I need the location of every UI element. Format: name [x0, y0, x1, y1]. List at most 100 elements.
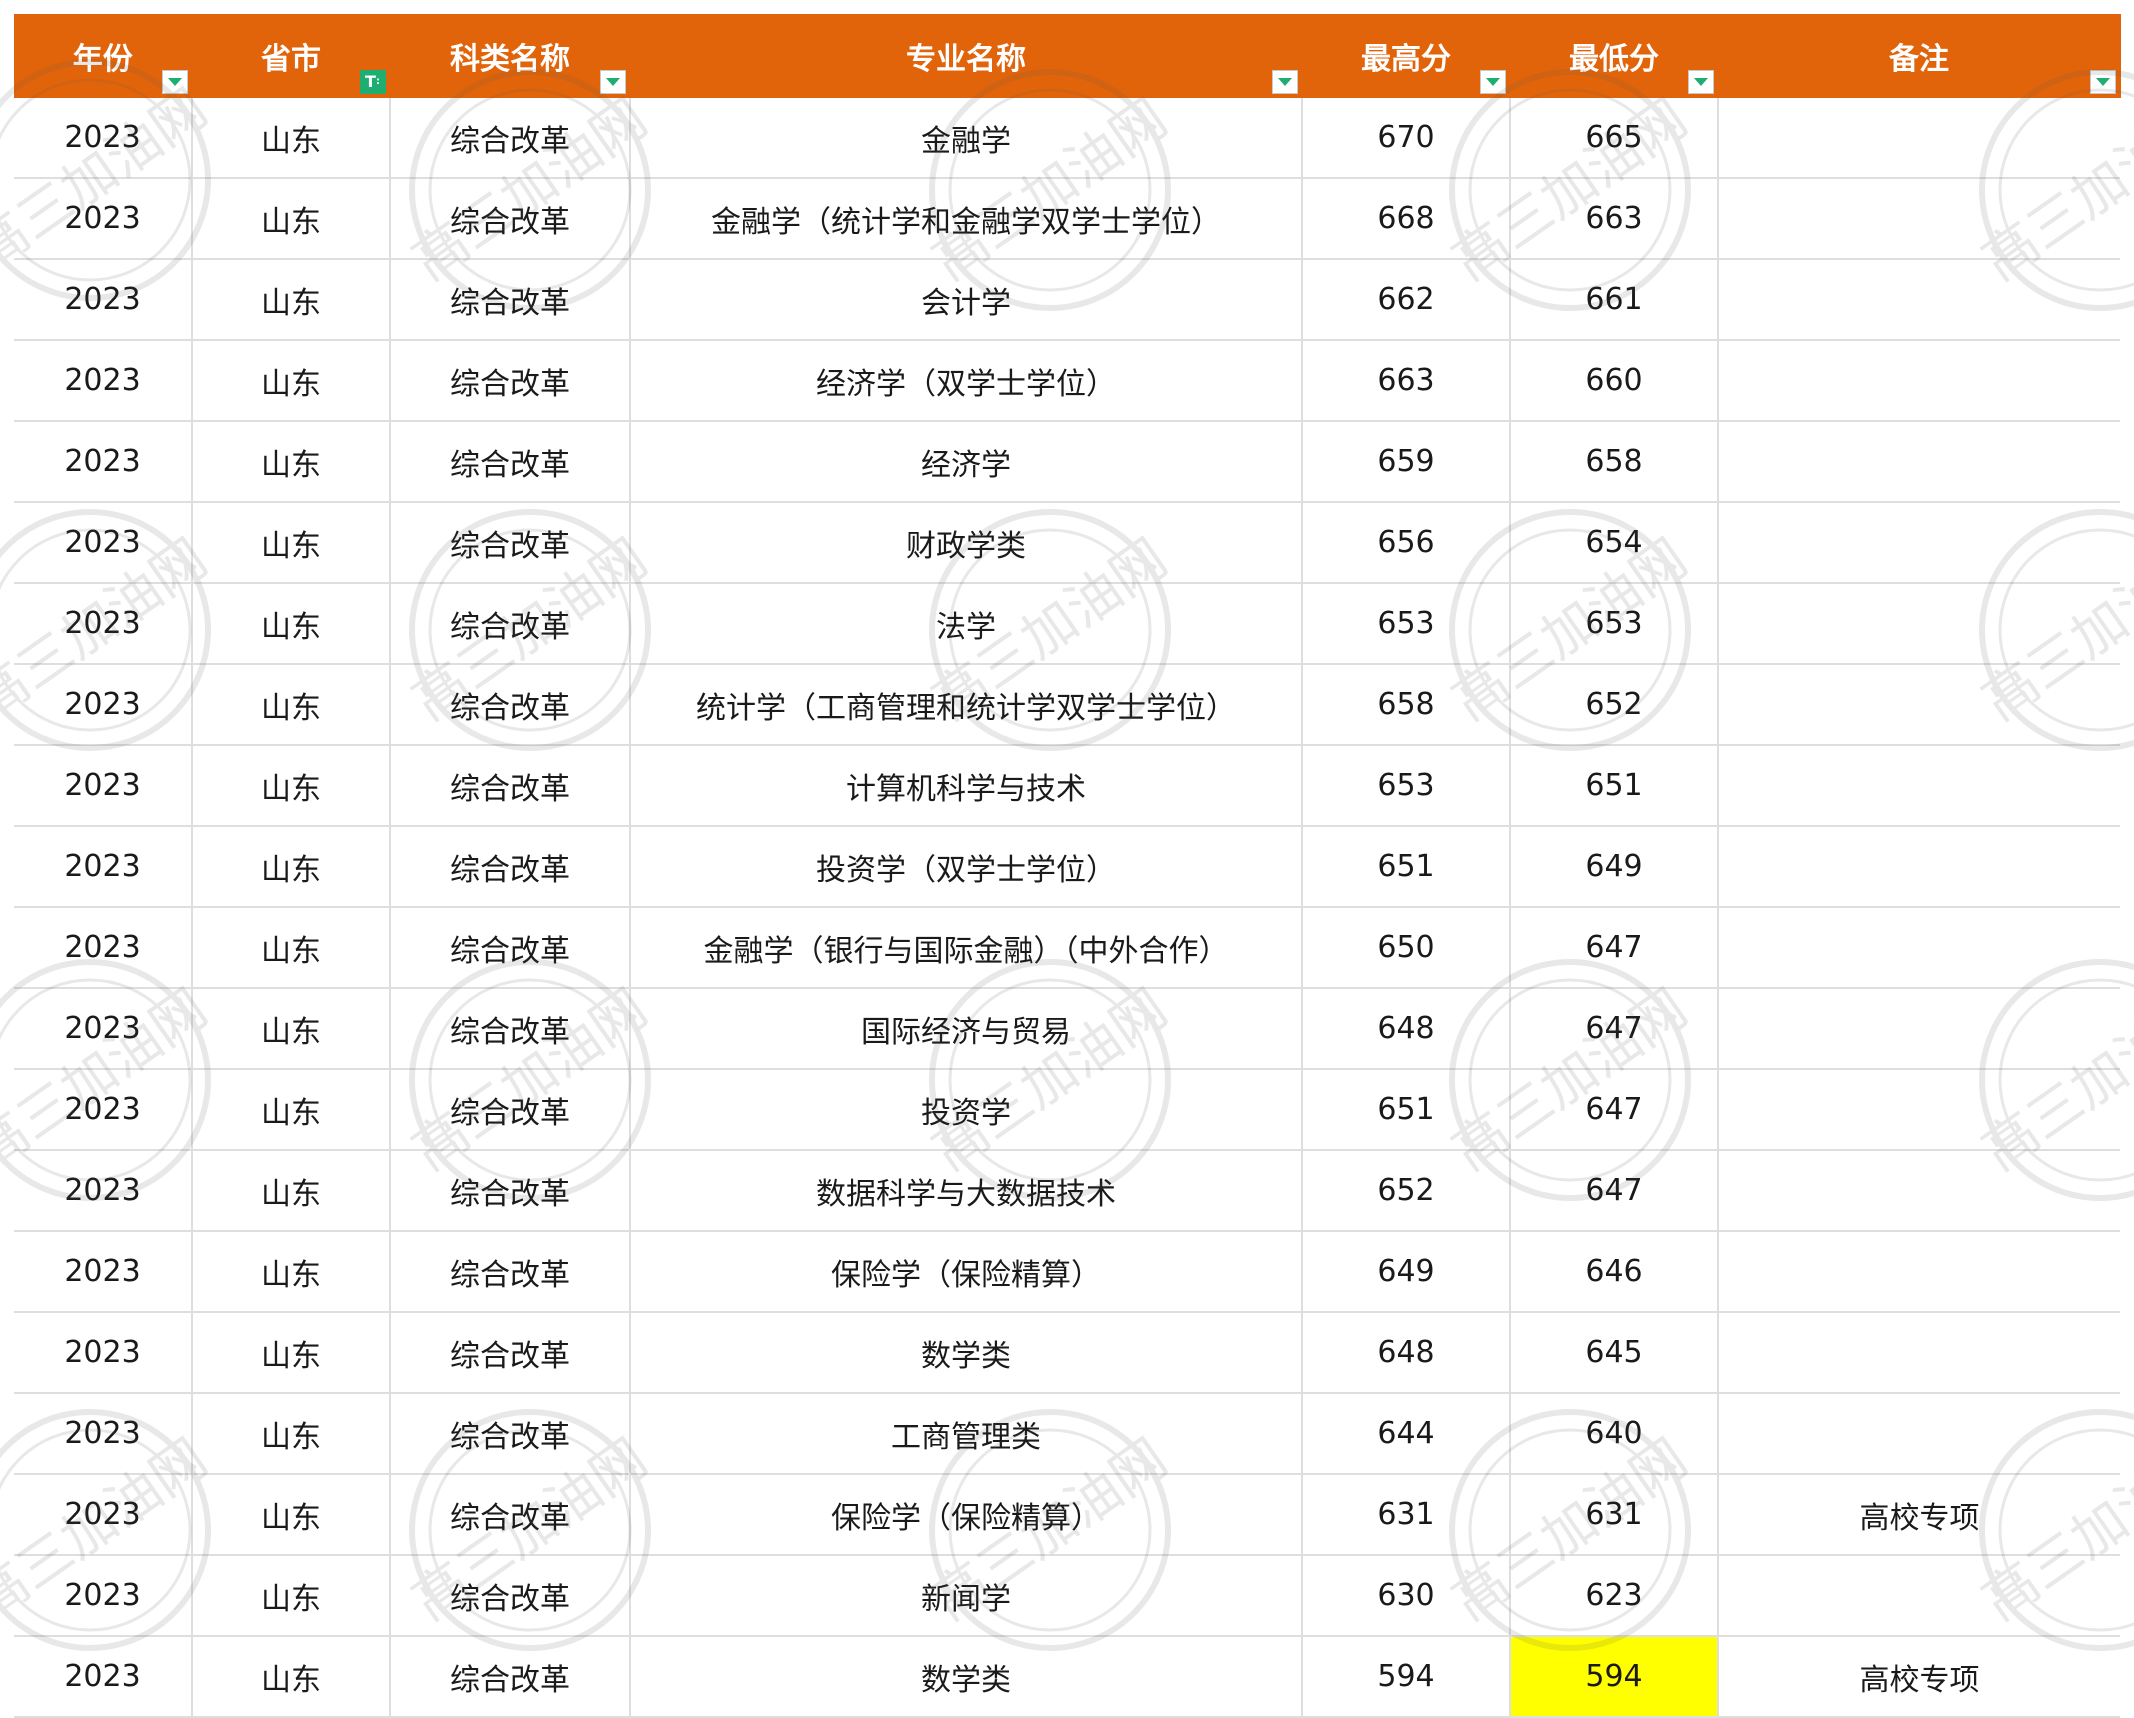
cell-major[interactable]: 财政学类: [630, 502, 1303, 584]
cell-max-score[interactable]: 649: [1302, 1231, 1511, 1313]
cell-category[interactable]: 综合改革: [390, 502, 631, 584]
cell-year[interactable]: 2023: [14, 583, 193, 665]
cell-category[interactable]: 综合改革: [390, 1474, 631, 1556]
filter-dropdown-icon[interactable]: [1271, 70, 1298, 94]
cell-province[interactable]: 山东: [192, 1555, 391, 1637]
cell-min-score[interactable]: 665: [1510, 98, 1719, 179]
cell-note[interactable]: [1718, 1393, 2120, 1475]
header-year[interactable]: 年份: [14, 14, 193, 98]
active-filter-icon[interactable]: T:: [359, 70, 386, 94]
cell-province[interactable]: 山东: [192, 259, 391, 341]
cell-year[interactable]: 2023: [14, 178, 193, 260]
cell-note[interactable]: [1718, 259, 2120, 341]
cell-max-score[interactable]: 630: [1302, 1555, 1511, 1637]
header-min-score[interactable]: 最低分: [1510, 14, 1719, 98]
cell-category[interactable]: 综合改革: [390, 259, 631, 341]
cell-max-score[interactable]: 656: [1302, 502, 1511, 584]
cell-year[interactable]: 2023: [14, 664, 193, 746]
cell-category[interactable]: 综合改革: [390, 826, 631, 908]
filter-dropdown-icon[interactable]: [2089, 70, 2116, 94]
cell-year[interactable]: 2023: [14, 1231, 193, 1313]
cell-major[interactable]: 投资学（双学士学位）: [630, 826, 1303, 908]
cell-year[interactable]: 2023: [14, 745, 193, 827]
cell-max-score[interactable]: 648: [1302, 1312, 1511, 1394]
cell-province[interactable]: 山东: [192, 907, 391, 989]
cell-year[interactable]: 2023: [14, 907, 193, 989]
cell-province[interactable]: 山东: [192, 1636, 391, 1718]
cell-province[interactable]: 山东: [192, 502, 391, 584]
filter-dropdown-icon[interactable]: [161, 70, 188, 94]
cell-max-score[interactable]: 650: [1302, 907, 1511, 989]
cell-province[interactable]: 山东: [192, 1393, 391, 1475]
cell-major[interactable]: 投资学: [630, 1069, 1303, 1151]
cell-major[interactable]: 工商管理类: [630, 1393, 1303, 1475]
cell-year[interactable]: 2023: [14, 259, 193, 341]
cell-year[interactable]: 2023: [14, 1393, 193, 1475]
cell-note[interactable]: [1718, 421, 2120, 503]
cell-year[interactable]: 2023: [14, 1150, 193, 1232]
cell-major[interactable]: 数学类: [630, 1312, 1303, 1394]
filter-dropdown-icon[interactable]: [1479, 70, 1506, 94]
cell-category[interactable]: 综合改革: [390, 1150, 631, 1232]
cell-major[interactable]: 计算机科学与技术: [630, 745, 1303, 827]
cell-province[interactable]: 山东: [192, 664, 391, 746]
cell-province[interactable]: 山东: [192, 583, 391, 665]
cell-major[interactable]: 经济学: [630, 421, 1303, 503]
cell-min-score[interactable]: 660: [1510, 340, 1719, 422]
cell-min-score[interactable]: 663: [1510, 178, 1719, 260]
cell-province[interactable]: 山东: [192, 1231, 391, 1313]
cell-note[interactable]: 高校专项: [1718, 1636, 2120, 1718]
cell-max-score[interactable]: 594: [1302, 1636, 1511, 1718]
cell-max-score[interactable]: 653: [1302, 583, 1511, 665]
cell-max-score[interactable]: 658: [1302, 664, 1511, 746]
cell-major[interactable]: 数据科学与大数据技术: [630, 1150, 1303, 1232]
cell-note[interactable]: [1718, 826, 2120, 908]
cell-min-score[interactable]: 631: [1510, 1474, 1719, 1556]
cell-min-score[interactable]: 646: [1510, 1231, 1719, 1313]
cell-min-score[interactable]: 653: [1510, 583, 1719, 665]
cell-note[interactable]: [1718, 1555, 2120, 1637]
cell-category[interactable]: 综合改革: [390, 98, 631, 179]
cell-category[interactable]: 综合改革: [390, 1312, 631, 1394]
cell-max-score[interactable]: 631: [1302, 1474, 1511, 1556]
cell-year[interactable]: 2023: [14, 1636, 193, 1718]
cell-major[interactable]: 保险学（保险精算）: [630, 1474, 1303, 1556]
cell-province[interactable]: 山东: [192, 1312, 391, 1394]
cell-province[interactable]: 山东: [192, 1150, 391, 1232]
cell-note[interactable]: [1718, 1312, 2120, 1394]
cell-note[interactable]: [1718, 502, 2120, 584]
cell-year[interactable]: 2023: [14, 1555, 193, 1637]
cell-category[interactable]: 综合改革: [390, 1231, 631, 1313]
header-max-score[interactable]: 最高分: [1302, 14, 1511, 98]
cell-max-score[interactable]: 668: [1302, 178, 1511, 260]
cell-note[interactable]: 高校专项: [1718, 1474, 2120, 1556]
cell-min-score[interactable]: 647: [1510, 1069, 1719, 1151]
cell-note[interactable]: [1718, 340, 2120, 422]
cell-year[interactable]: 2023: [14, 988, 193, 1070]
cell-max-score[interactable]: 648: [1302, 988, 1511, 1070]
cell-category[interactable]: 综合改革: [390, 340, 631, 422]
cell-major[interactable]: 国际经济与贸易: [630, 988, 1303, 1070]
cell-province[interactable]: 山东: [192, 1069, 391, 1151]
cell-category[interactable]: 综合改革: [390, 907, 631, 989]
cell-category[interactable]: 综合改革: [390, 1069, 631, 1151]
cell-min-score[interactable]: 647: [1510, 1150, 1719, 1232]
cell-note[interactable]: [1718, 583, 2120, 665]
cell-major[interactable]: 金融学（银行与国际金融）（中外合作）: [630, 907, 1303, 989]
cell-max-score[interactable]: 652: [1302, 1150, 1511, 1232]
cell-min-score[interactable]: 594: [1510, 1636, 1719, 1718]
cell-max-score[interactable]: 644: [1302, 1393, 1511, 1475]
cell-major[interactable]: 金融学: [630, 98, 1303, 179]
cell-note[interactable]: [1718, 1231, 2120, 1313]
cell-province[interactable]: 山东: [192, 340, 391, 422]
cell-note[interactable]: [1718, 907, 2120, 989]
cell-max-score[interactable]: 653: [1302, 745, 1511, 827]
cell-category[interactable]: 综合改革: [390, 1393, 631, 1475]
cell-year[interactable]: 2023: [14, 826, 193, 908]
cell-category[interactable]: 综合改革: [390, 421, 631, 503]
cell-category[interactable]: 综合改革: [390, 1555, 631, 1637]
cell-year[interactable]: 2023: [14, 421, 193, 503]
cell-category[interactable]: 综合改革: [390, 664, 631, 746]
cell-min-score[interactable]: 647: [1510, 988, 1719, 1070]
cell-province[interactable]: 山东: [192, 745, 391, 827]
